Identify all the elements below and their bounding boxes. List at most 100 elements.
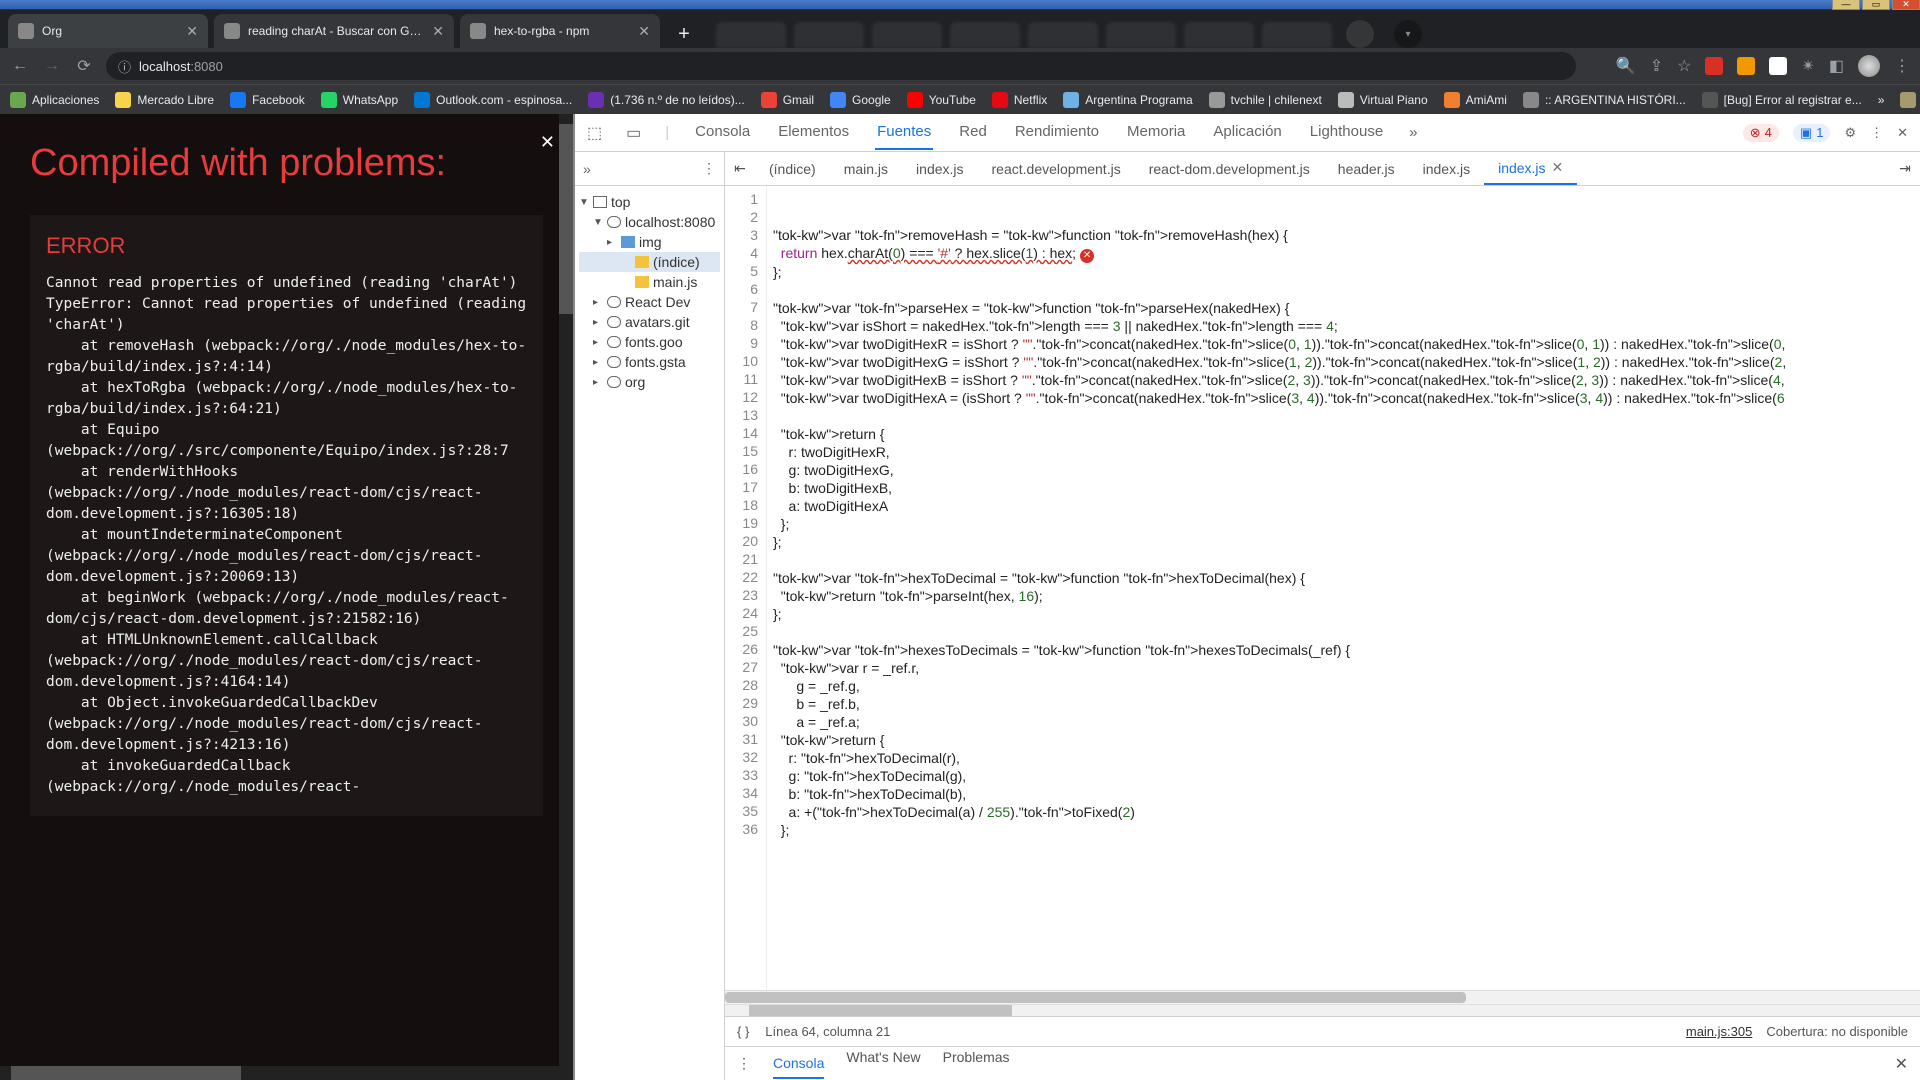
bookmark-star-icon[interactable]: ☆ xyxy=(1677,56,1691,76)
side-panel-icon[interactable]: ◧ xyxy=(1829,56,1844,76)
tab-close-icon[interactable]: ✕ xyxy=(432,23,444,40)
forward-button[interactable]: → xyxy=(42,57,62,75)
chrome-menu-icon[interactable]: ⋮ xyxy=(1894,56,1910,76)
bookmark-item[interactable]: AmiAmi xyxy=(1444,92,1507,108)
drawer-tab[interactable]: Problemas xyxy=(943,1049,1010,1079)
pretty-print-icon[interactable]: { } xyxy=(737,1024,749,1039)
bookmark-item[interactable]: WhatsApp xyxy=(321,92,398,108)
tree-node[interactable]: ▼localhost:8080 xyxy=(579,212,720,232)
bookmark-item[interactable]: YouTube xyxy=(907,92,976,108)
bookmark-item[interactable]: Virtual Piano xyxy=(1338,92,1428,108)
tree-node[interactable]: ▸React Dev xyxy=(579,292,720,312)
drawer-close-icon[interactable]: ✕ xyxy=(1895,1054,1908,1074)
bookmark-item[interactable]: Google xyxy=(830,92,891,108)
source-file-tab[interactable]: header.js xyxy=(1324,152,1409,185)
source-file-tab[interactable]: main.js xyxy=(830,152,902,185)
bookmark-item[interactable]: Aplicaciones xyxy=(10,92,99,108)
bookmark-item[interactable]: Outlook.com - espinosa... xyxy=(414,92,572,108)
tree-root[interactable]: ▼top xyxy=(579,192,720,212)
overlay-close-icon[interactable]: ✕ xyxy=(540,132,555,153)
editor-h-scrollbar[interactable] xyxy=(725,990,1920,1004)
devtools-settings-icon[interactable]: ⚙ xyxy=(1844,125,1856,141)
bookmark-item[interactable]: Facebook xyxy=(230,92,305,108)
bookmark-item[interactable]: :: ARGENTINA HISTÓRI... xyxy=(1523,92,1686,108)
other-bookmarks[interactable]: Otros marcadores xyxy=(1900,92,1920,108)
os-minimize[interactable]: — xyxy=(1832,0,1860,10)
status-source-link[interactable]: main.js:305 xyxy=(1686,1024,1752,1039)
bookmark-item[interactable]: [Bug] Error al registrar e... xyxy=(1702,92,1862,108)
browser-tab[interactable]: reading charAt - Buscar con Google✕ xyxy=(214,14,454,48)
error-count-badge[interactable]: ⊗4 xyxy=(1743,124,1779,142)
tree-node[interactable]: ▸fonts.gsta xyxy=(579,352,720,372)
browser-tab[interactable]: hex-to-rgba - npm✕ xyxy=(460,14,660,48)
devtools-tab[interactable]: Aplicación xyxy=(1211,115,1283,150)
tree-node[interactable]: ▸fonts.goo xyxy=(579,332,720,352)
reload-button[interactable]: ⟳ xyxy=(74,56,94,76)
source-editor[interactable]: 1234567891011121314151617181920212223242… xyxy=(725,186,1920,990)
tree-node[interactable]: main.js xyxy=(579,272,720,292)
devtools-close-icon[interactable]: ✕ xyxy=(1897,125,1908,141)
extension-icon[interactable] xyxy=(1769,57,1787,75)
inline-error-icon[interactable]: ✕ xyxy=(1080,249,1094,263)
bookmark-item[interactable]: Netflix xyxy=(992,92,1047,108)
navigator-menu-icon[interactable]: ⋮ xyxy=(702,160,716,177)
drawer-tab[interactable]: Consola xyxy=(773,1049,824,1079)
issue-count-badge[interactable]: ▣1 xyxy=(1793,124,1831,142)
address-bar[interactable]: ⓘ localhost:8080 xyxy=(106,52,1576,80)
devtools-tab[interactable]: Rendimiento xyxy=(1013,115,1101,150)
devtools-tab[interactable]: Consola xyxy=(693,115,752,150)
devtools-tab[interactable]: Lighthouse xyxy=(1308,115,1385,150)
tree-node[interactable]: (índice) xyxy=(579,252,720,272)
tree-node[interactable]: ▸avatars.git xyxy=(579,312,720,332)
bookmarks-overflow[interactable]: » xyxy=(1878,93,1885,107)
source-file-tab[interactable]: react-dom.development.js xyxy=(1135,152,1324,185)
tree-node[interactable]: ▸img xyxy=(579,232,720,252)
device-toolbar-icon[interactable]: ▭ xyxy=(626,123,641,143)
zoom-icon[interactable]: 🔍 xyxy=(1616,56,1636,76)
overlay-h-scrollbar[interactable] xyxy=(0,1066,573,1080)
source-file-tab[interactable]: index.js xyxy=(902,152,977,185)
os-close[interactable]: ✕ xyxy=(1892,0,1920,10)
bookmark-favicon xyxy=(1063,92,1079,108)
back-button[interactable]: ← xyxy=(10,57,30,75)
extensions-puzzle-icon[interactable]: ✴ xyxy=(1801,56,1814,76)
file-tab-close-icon[interactable]: ✕ xyxy=(1552,159,1564,176)
bookmark-item[interactable]: tvchile | chilenext xyxy=(1209,92,1322,108)
tab-close-icon[interactable]: ✕ xyxy=(186,23,198,40)
file-tab-nav-right[interactable]: ⇥ xyxy=(1890,160,1920,177)
drawer-tab[interactable]: What's New xyxy=(846,1049,920,1079)
source-file-tab[interactable]: react.development.js xyxy=(978,152,1135,185)
devtools-tab[interactable]: Memoria xyxy=(1125,115,1187,150)
devtools-tab[interactable]: Elementos xyxy=(776,115,851,150)
bookmark-item[interactable]: Mercado Libre xyxy=(115,92,214,108)
extension-icon[interactable] xyxy=(1705,57,1723,75)
tab-overflow-dropdown[interactable]: ▾ xyxy=(1394,20,1422,48)
devtools-menu-icon[interactable]: ⋮ xyxy=(1870,125,1883,141)
devtools-tabs-overflow[interactable]: » xyxy=(1409,124,1417,141)
browser-tab[interactable]: Org✕ xyxy=(8,14,208,48)
devtools-drawer-tabs: ⋮ Consola What's New Problemas ✕ xyxy=(725,1046,1920,1080)
site-info-icon[interactable]: ⓘ xyxy=(118,57,131,76)
navigator-h-scrollbar[interactable] xyxy=(725,1004,1920,1016)
inspect-element-icon[interactable]: ⬚ xyxy=(587,123,602,143)
devtools-tab[interactable]: Fuentes xyxy=(875,115,933,150)
file-tab-nav-left[interactable]: ⇤ xyxy=(725,160,755,177)
new-tab-button[interactable]: + xyxy=(670,20,698,48)
source-file-tab[interactable]: (índice) xyxy=(755,152,830,185)
extension-icon[interactable] xyxy=(1737,57,1755,75)
other-window-tabs: ▾ xyxy=(716,16,1428,48)
navigator-overflow[interactable]: » xyxy=(583,161,591,177)
share-icon[interactable]: ⇪ xyxy=(1650,56,1663,76)
drawer-menu-icon[interactable]: ⋮ xyxy=(737,1055,751,1072)
bookmark-item[interactable]: (1.736 n.º de no leídos)... xyxy=(588,92,744,108)
tab-close-icon[interactable]: ✕ xyxy=(638,23,650,40)
profile-avatar[interactable] xyxy=(1858,55,1880,77)
os-maximize[interactable]: ▭ xyxy=(1862,0,1890,10)
bookmark-item[interactable]: Argentina Programa xyxy=(1063,92,1192,108)
tree-node[interactable]: ▸org xyxy=(579,372,720,392)
source-file-tab[interactable]: index.js✕ xyxy=(1484,152,1577,185)
overlay-v-scrollbar[interactable] xyxy=(559,114,573,1066)
source-file-tab[interactable]: index.js xyxy=(1409,152,1484,185)
devtools-tab[interactable]: Red xyxy=(957,115,989,150)
bookmark-item[interactable]: Gmail xyxy=(761,92,814,108)
